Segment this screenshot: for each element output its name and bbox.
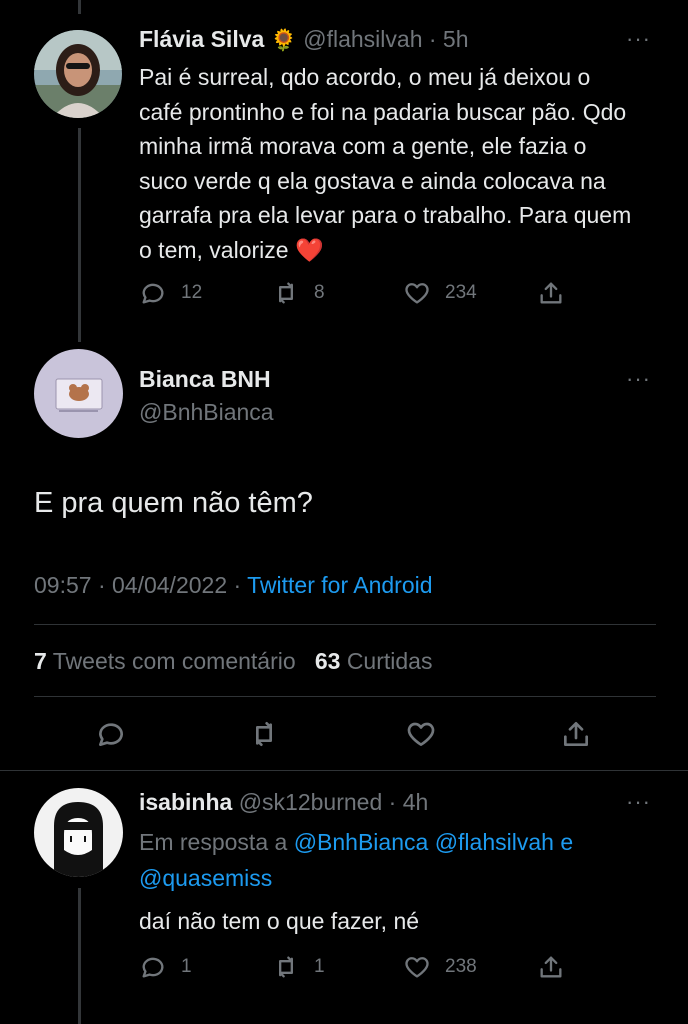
more-options-icon[interactable]: ···	[626, 28, 651, 50]
reply-time[interactable]: · 4h	[389, 789, 429, 815]
main-tweet-timestamp[interactable]: 09:57 · 04/04/2022 ·	[34, 572, 241, 598]
engagement-stats: 7 Tweets com comentário 63 Curtidas	[34, 648, 432, 675]
tweet1-share-button[interactable]	[537, 279, 565, 307]
tweet1-handle[interactable]: @flahsilvah	[303, 26, 422, 52]
thread-line-tweet1	[78, 128, 81, 342]
tweet1-reply-button[interactable]: 12	[139, 279, 202, 307]
tweet1-reply-count: 12	[181, 282, 203, 303]
tweet1-retweet-button[interactable]: 8	[272, 279, 325, 307]
divider	[34, 696, 656, 697]
share-icon	[540, 956, 562, 978]
retweet-icon	[255, 722, 272, 746]
reply-retweet-button[interactable]: 1	[272, 953, 325, 981]
tweet1-like-button[interactable]: 234	[403, 279, 477, 307]
reply-reply-count: 1	[181, 956, 192, 977]
reply-reply-button[interactable]: 1	[139, 953, 192, 981]
mention-bnhbianca[interactable]: @BnhBianca	[294, 829, 429, 855]
avatar-bianca[interactable]	[34, 349, 123, 438]
heart-icon	[405, 957, 429, 978]
main-tweet-source-link[interactable]: Twitter for Android	[247, 572, 432, 598]
like-count[interactable]: 63	[315, 648, 341, 674]
reply-share-button[interactable]	[537, 953, 565, 981]
main-author-handle[interactable]: @BnhBianca	[139, 399, 274, 426]
tweet1-text: Pai é surreal, qdo acordo, o meu já deix…	[139, 64, 632, 263]
thread-line-top	[78, 0, 81, 14]
avatar-isabinha[interactable]	[34, 788, 123, 877]
more-options-icon[interactable]: ···	[626, 368, 651, 390]
reply-icon	[99, 723, 123, 746]
reply-header: isabinha @sk12burned · 4h	[139, 789, 428, 816]
reply-icon	[142, 957, 164, 978]
tweet1-author-name[interactable]: Flávia Silva	[139, 26, 264, 52]
mention-flahsilvah[interactable]: @flahsilvah	[435, 829, 554, 855]
reply-and-word: e	[560, 829, 574, 855]
share-icon	[564, 722, 588, 746]
mention-quasemiss[interactable]: @quasemiss	[139, 865, 272, 891]
heart-icon	[405, 283, 429, 304]
main-author-name[interactable]: Bianca BNH	[139, 366, 271, 393]
reply-author-handle[interactable]: @sk12burned	[239, 789, 383, 815]
tweet1-time[interactable]: · 5h	[429, 26, 469, 52]
reply-icon	[142, 283, 164, 304]
main-share-button[interactable]	[560, 718, 592, 750]
like-label[interactable]: Curtidas	[347, 648, 433, 674]
divider	[0, 770, 688, 771]
main-like-button[interactable]	[405, 718, 437, 750]
heart-icon	[407, 722, 435, 746]
reply-author-name[interactable]: isabinha	[139, 789, 232, 815]
quote-count[interactable]: 7	[34, 648, 47, 674]
tweet1-like-count: 234	[445, 282, 477, 303]
avatar-flavia[interactable]	[34, 30, 122, 118]
reply-like-count: 238	[445, 956, 477, 977]
more-options-icon[interactable]: ···	[626, 791, 651, 813]
reply-retweet-count: 1	[314, 956, 325, 977]
share-icon	[540, 282, 562, 304]
quote-label[interactable]: Tweets com comentário	[53, 648, 296, 674]
reply-to-label: Em resposta a	[139, 829, 288, 855]
main-tweet-meta: 09:57 · 04/04/2022 · Twitter for Android	[34, 572, 433, 599]
retweet-icon	[279, 282, 293, 304]
reply-context: Em resposta a @BnhBianca @flahsilvah e @…	[139, 824, 659, 896]
main-retweet-button[interactable]	[248, 718, 280, 750]
sunflower-emoji: 🌻	[270, 29, 297, 52]
main-reply-button[interactable]	[95, 718, 127, 750]
reply-like-button[interactable]: 238	[403, 953, 477, 981]
main-tweet-text: E pra quem não têm?	[34, 487, 313, 519]
reply-text: daí não tem o que fazer, né	[139, 908, 420, 934]
tweet1-header: Flávia Silva 🌻 @flahsilvah · 5h	[139, 26, 469, 53]
thread-line-reply	[78, 888, 81, 1024]
divider	[34, 624, 656, 625]
tweet1-retweet-count: 8	[314, 282, 325, 303]
retweet-icon	[279, 956, 293, 978]
